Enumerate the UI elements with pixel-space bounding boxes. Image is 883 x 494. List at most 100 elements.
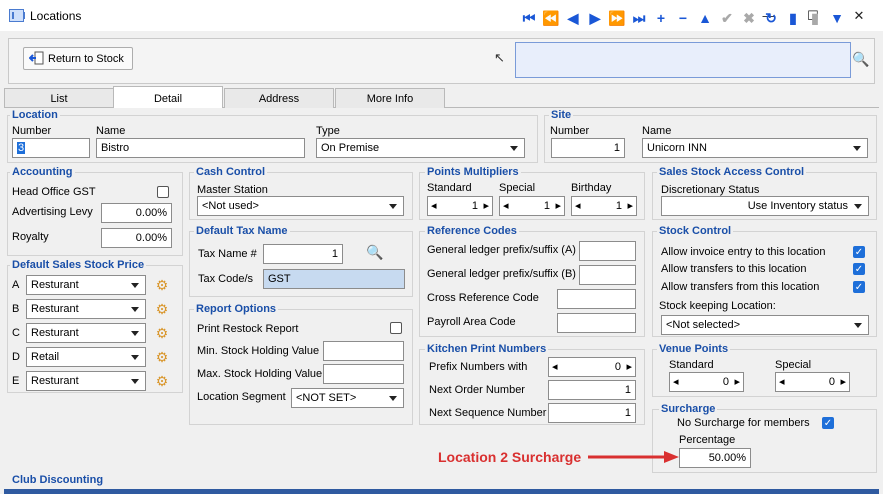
search-icon[interactable]: 🔍 <box>852 50 870 68</box>
bookmark-icon[interactable]: ▮ <box>783 8 803 28</box>
gl-a-field[interactable] <box>579 241 636 261</box>
stock-keeping-select[interactable]: <Not selected> <box>661 315 869 335</box>
allow-invoice-checkbox[interactable]: ✓ <box>853 246 865 258</box>
payroll-label: Payroll Area Code <box>427 316 516 328</box>
price-e-letter: E <box>12 375 20 387</box>
tab-list[interactable]: List <box>4 88 114 108</box>
prev-record-icon[interactable]: ◀ <box>563 8 583 28</box>
sales-access-group-title: Sales Stock Access Control <box>657 166 807 178</box>
price-d-select[interactable]: Retail <box>26 347 146 367</box>
kitchen-group-title: Kitchen Print Numbers <box>425 343 549 355</box>
report-options-group-title: Report Options <box>194 303 279 315</box>
price-c-coins-icon[interactable]: ⚙ <box>154 325 170 341</box>
discretionary-label: Discretionary Status <box>661 184 760 196</box>
restock-report-label: Print Restock Report <box>197 323 299 335</box>
venue-points-group-title: Venue Points <box>657 343 731 355</box>
master-station-select[interactable]: <Not used> <box>197 196 404 216</box>
head-office-gst-checkbox[interactable] <box>157 186 169 198</box>
allow-to-label: Allow transfers to this location <box>661 263 807 275</box>
location-name-label: Name <box>96 125 126 137</box>
surcharge-annotation: Location 2 Surcharge <box>438 449 582 465</box>
payroll-field[interactable] <box>557 313 636 333</box>
no-surcharge-checkbox[interactable]: ✓ <box>822 417 834 429</box>
next-order-field[interactable]: 1 <box>548 380 636 400</box>
site-name-label: Name <box>642 125 672 137</box>
goto-bookmark-icon[interactable]: ▮ <box>805 8 825 28</box>
allow-from-checkbox[interactable]: ✓ <box>853 281 865 293</box>
gl-b-label: General ledger prefix/suffix (B) <box>427 268 576 280</box>
delete-icon[interactable]: − <box>673 8 693 28</box>
prev-page-icon[interactable]: ⏪ <box>541 8 561 28</box>
surcharge-group-title: Surcharge <box>659 403 718 415</box>
filter-icon[interactable]: ▼ <box>827 8 847 28</box>
tax-name-label: Tax Name # <box>198 248 257 260</box>
next-seq-field[interactable]: 1 <box>548 403 636 423</box>
location-type-label: Type <box>316 125 340 137</box>
help-cursor-icon[interactable]: ↖ <box>494 50 505 66</box>
percentage-field[interactable]: 50.00% <box>679 448 751 468</box>
tax-lookup-icon[interactable]: 🔍 <box>366 243 384 261</box>
prefix-label: Prefix Numbers with <box>429 361 528 373</box>
club-discounting-strip <box>4 489 879 494</box>
site-name-select[interactable]: Unicorn INN <box>642 138 868 158</box>
location-name-field[interactable]: Bistro <box>96 138 305 158</box>
discretionary-select[interactable]: Use Inventory status <box>661 196 869 216</box>
next-page-icon[interactable]: ⏩ <box>607 8 627 28</box>
first-record-icon[interactable]: ⏮ <box>519 8 539 28</box>
location-type-select[interactable]: On Premise <box>316 138 525 158</box>
price-b-coins-icon[interactable]: ⚙ <box>154 301 170 317</box>
venue-special-spinner[interactable]: 0 <box>775 372 850 392</box>
price-a-coins-icon[interactable]: ⚙ <box>154 277 170 293</box>
next-record-icon[interactable]: ▶ <box>585 8 605 28</box>
master-station-label: Master Station <box>197 184 268 196</box>
min-holding-field[interactable] <box>323 341 404 361</box>
location-segment-select[interactable]: <NOT SET> <box>291 388 404 408</box>
allow-to-checkbox[interactable]: ✓ <box>853 263 865 275</box>
club-discounting-title: Club Discounting <box>10 474 106 486</box>
tab-more-info[interactable]: More Info <box>335 88 445 108</box>
tab-address[interactable]: Address <box>224 88 334 108</box>
accounting-group-title: Accounting <box>10 166 75 178</box>
restock-report-checkbox[interactable] <box>390 322 402 334</box>
price-c-select[interactable]: Resturant <box>26 323 146 343</box>
site-number-field[interactable]: 1 <box>551 138 625 158</box>
tax-code-field[interactable]: GST <box>263 269 405 289</box>
tab-detail[interactable]: Detail <box>113 86 223 108</box>
price-b-select[interactable]: Resturant <box>26 299 146 319</box>
cancel-icon[interactable]: ✖ <box>739 8 759 28</box>
add-icon[interactable]: + <box>651 8 671 28</box>
price-b-letter: B <box>12 303 20 315</box>
prefix-spinner[interactable]: 0 <box>548 357 636 377</box>
max-holding-field[interactable] <box>323 364 404 384</box>
price-e-select[interactable]: Resturant <box>26 371 146 391</box>
royalty-field[interactable]: 0.00% <box>101 228 172 248</box>
points-special-spinner[interactable]: 1 <box>499 196 565 216</box>
price-d-coins-icon[interactable]: ⚙ <box>154 349 170 365</box>
location-number-field[interactable]: 3 <box>12 138 90 158</box>
points-birthday-spinner[interactable]: 1 <box>571 196 637 216</box>
gl-b-field[interactable] <box>579 265 636 285</box>
tax-code-label: Tax Code/s <box>198 273 254 285</box>
record-navigator <box>515 42 851 78</box>
xref-field[interactable] <box>557 289 636 309</box>
return-icon <box>29 51 44 65</box>
price-d-letter: D <box>12 351 20 363</box>
last-record-icon[interactable]: ⏭ <box>629 8 649 28</box>
price-e-coins-icon[interactable]: ⚙ <box>154 373 170 389</box>
refresh-icon[interactable]: ↻ <box>761 8 781 28</box>
points-standard-spinner[interactable]: 1 <box>427 196 493 216</box>
min-holding-label: Min. Stock Holding Value <box>197 345 320 357</box>
royalty-label: Royalty <box>12 231 49 243</box>
tax-name-field[interactable]: 1 <box>263 244 343 264</box>
head-office-gst-label: Head Office GST <box>12 186 96 198</box>
price-a-select[interactable]: Resturant <box>26 275 146 295</box>
xref-label: Cross Reference Code <box>427 292 539 304</box>
points-special-label: Special <box>499 182 536 194</box>
default-price-group-title: Default Sales Stock Price <box>10 259 147 271</box>
edit-icon[interactable]: ▲ <box>695 8 715 28</box>
max-holding-label: Max. Stock Holding Value <box>197 368 323 380</box>
advertising-levy-field[interactable]: 0.00% <box>101 203 172 223</box>
venue-standard-spinner[interactable]: 0 <box>669 372 744 392</box>
post-icon[interactable]: ✔ <box>717 8 737 28</box>
reference-codes-group-title: Reference Codes <box>425 225 519 237</box>
